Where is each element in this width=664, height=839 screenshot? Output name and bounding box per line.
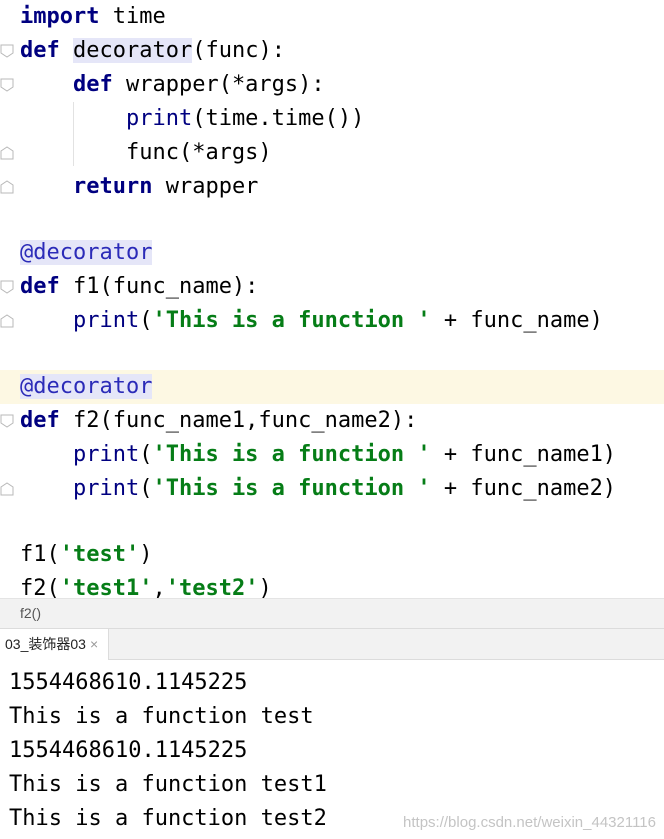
watermark: https://blog.csdn.net/weixin_44321116: [403, 814, 656, 831]
code-text: time: [99, 4, 166, 29]
code-text: wrapper: [152, 174, 259, 199]
builtin: print: [72, 442, 140, 467]
code-text: f1(: [20, 542, 60, 567]
run-tab[interactable]: 03_装饰器03 ×: [0, 629, 110, 660]
console-line: This is a function test: [9, 704, 314, 729]
code-text: f2(func_name1,func_name2):: [59, 408, 418, 433]
code-line[interactable]: return wrapper: [0, 170, 664, 204]
string-literal: 'test1': [59, 576, 153, 598]
builtin: print: [72, 476, 140, 501]
console-line: 1554468610.1145225: [9, 738, 248, 763]
run-tab-bar: 03_装饰器03 ×: [0, 628, 664, 660]
code-text: + func_name1): [430, 442, 617, 467]
close-icon[interactable]: ×: [90, 636, 98, 652]
code-line[interactable]: f1('test'): [0, 538, 664, 572]
keyword: def: [72, 72, 113, 97]
code-text: (: [139, 308, 153, 333]
builtin: print: [72, 308, 140, 333]
code-line[interactable]: def wrapper(*args):: [0, 68, 664, 102]
code-line[interactable]: print('This is a function ' + func_name2…: [0, 472, 664, 506]
keyword: def: [20, 408, 60, 433]
function-name-highlight: decorator: [73, 38, 193, 63]
code-text: (: [139, 442, 153, 467]
console-line: 1554468610.1145225: [9, 670, 248, 695]
code-editor[interactable]: import time def decorator(func): def wra…: [0, 0, 664, 598]
console-line: This is a function test1: [9, 772, 327, 797]
current-code-line[interactable]: @decorator: [0, 370, 664, 404]
breadcrumb-item[interactable]: f2(): [20, 605, 41, 621]
run-console[interactable]: 1554468610.1145225 This is a function te…: [0, 660, 664, 839]
code-line[interactable]: @decorator: [0, 236, 664, 270]
code-text: + func_name): [430, 308, 603, 333]
keyword: def: [20, 274, 60, 299]
code-text: (time.time()): [192, 106, 365, 131]
string-literal: 'This is a function ': [152, 476, 431, 501]
code-line[interactable]: func(*args): [0, 136, 664, 170]
decorator: @decorator: [20, 240, 153, 265]
code-text: ): [258, 576, 272, 598]
code-text: (: [139, 476, 153, 501]
code-text: f2(: [20, 576, 60, 598]
string-literal: 'This is a function ': [152, 442, 431, 467]
run-tab-label: 03_装饰器03: [5, 636, 86, 652]
code-text: f1(func_name):: [59, 274, 259, 299]
code-text: ): [139, 542, 153, 567]
code-line[interactable]: print('This is a function ' + func_name1…: [0, 438, 664, 472]
keyword: def: [20, 38, 60, 63]
code-line[interactable]: print('This is a function ' + func_name): [0, 304, 664, 338]
decorator: @decorator: [20, 374, 153, 399]
code-line[interactable]: def decorator(func):: [0, 34, 664, 68]
code-line[interactable]: def f1(func_name):: [0, 270, 664, 304]
keyword: return: [72, 174, 153, 199]
breadcrumb[interactable]: f2(): [0, 598, 664, 629]
console-line: This is a function test2: [9, 806, 327, 831]
code-text: func(*args): [125, 140, 272, 165]
code-line[interactable]: def f2(func_name1,func_name2):: [0, 404, 664, 438]
string-literal: 'test': [59, 542, 140, 567]
builtin: print: [125, 106, 193, 131]
keyword: import: [20, 4, 100, 29]
code-line[interactable]: import time: [0, 0, 664, 34]
code-text: wrapper(*args):: [112, 72, 325, 97]
code-line[interactable]: f2('test1','test2'): [0, 572, 664, 598]
code-line[interactable]: print(time.time()): [0, 102, 664, 136]
string-literal: 'test2': [165, 576, 259, 598]
code-text: + func_name2): [430, 476, 617, 501]
string-literal: 'This is a function ': [152, 308, 431, 333]
code-text: (func):: [192, 38, 285, 63]
code-text: ,: [152, 576, 166, 598]
